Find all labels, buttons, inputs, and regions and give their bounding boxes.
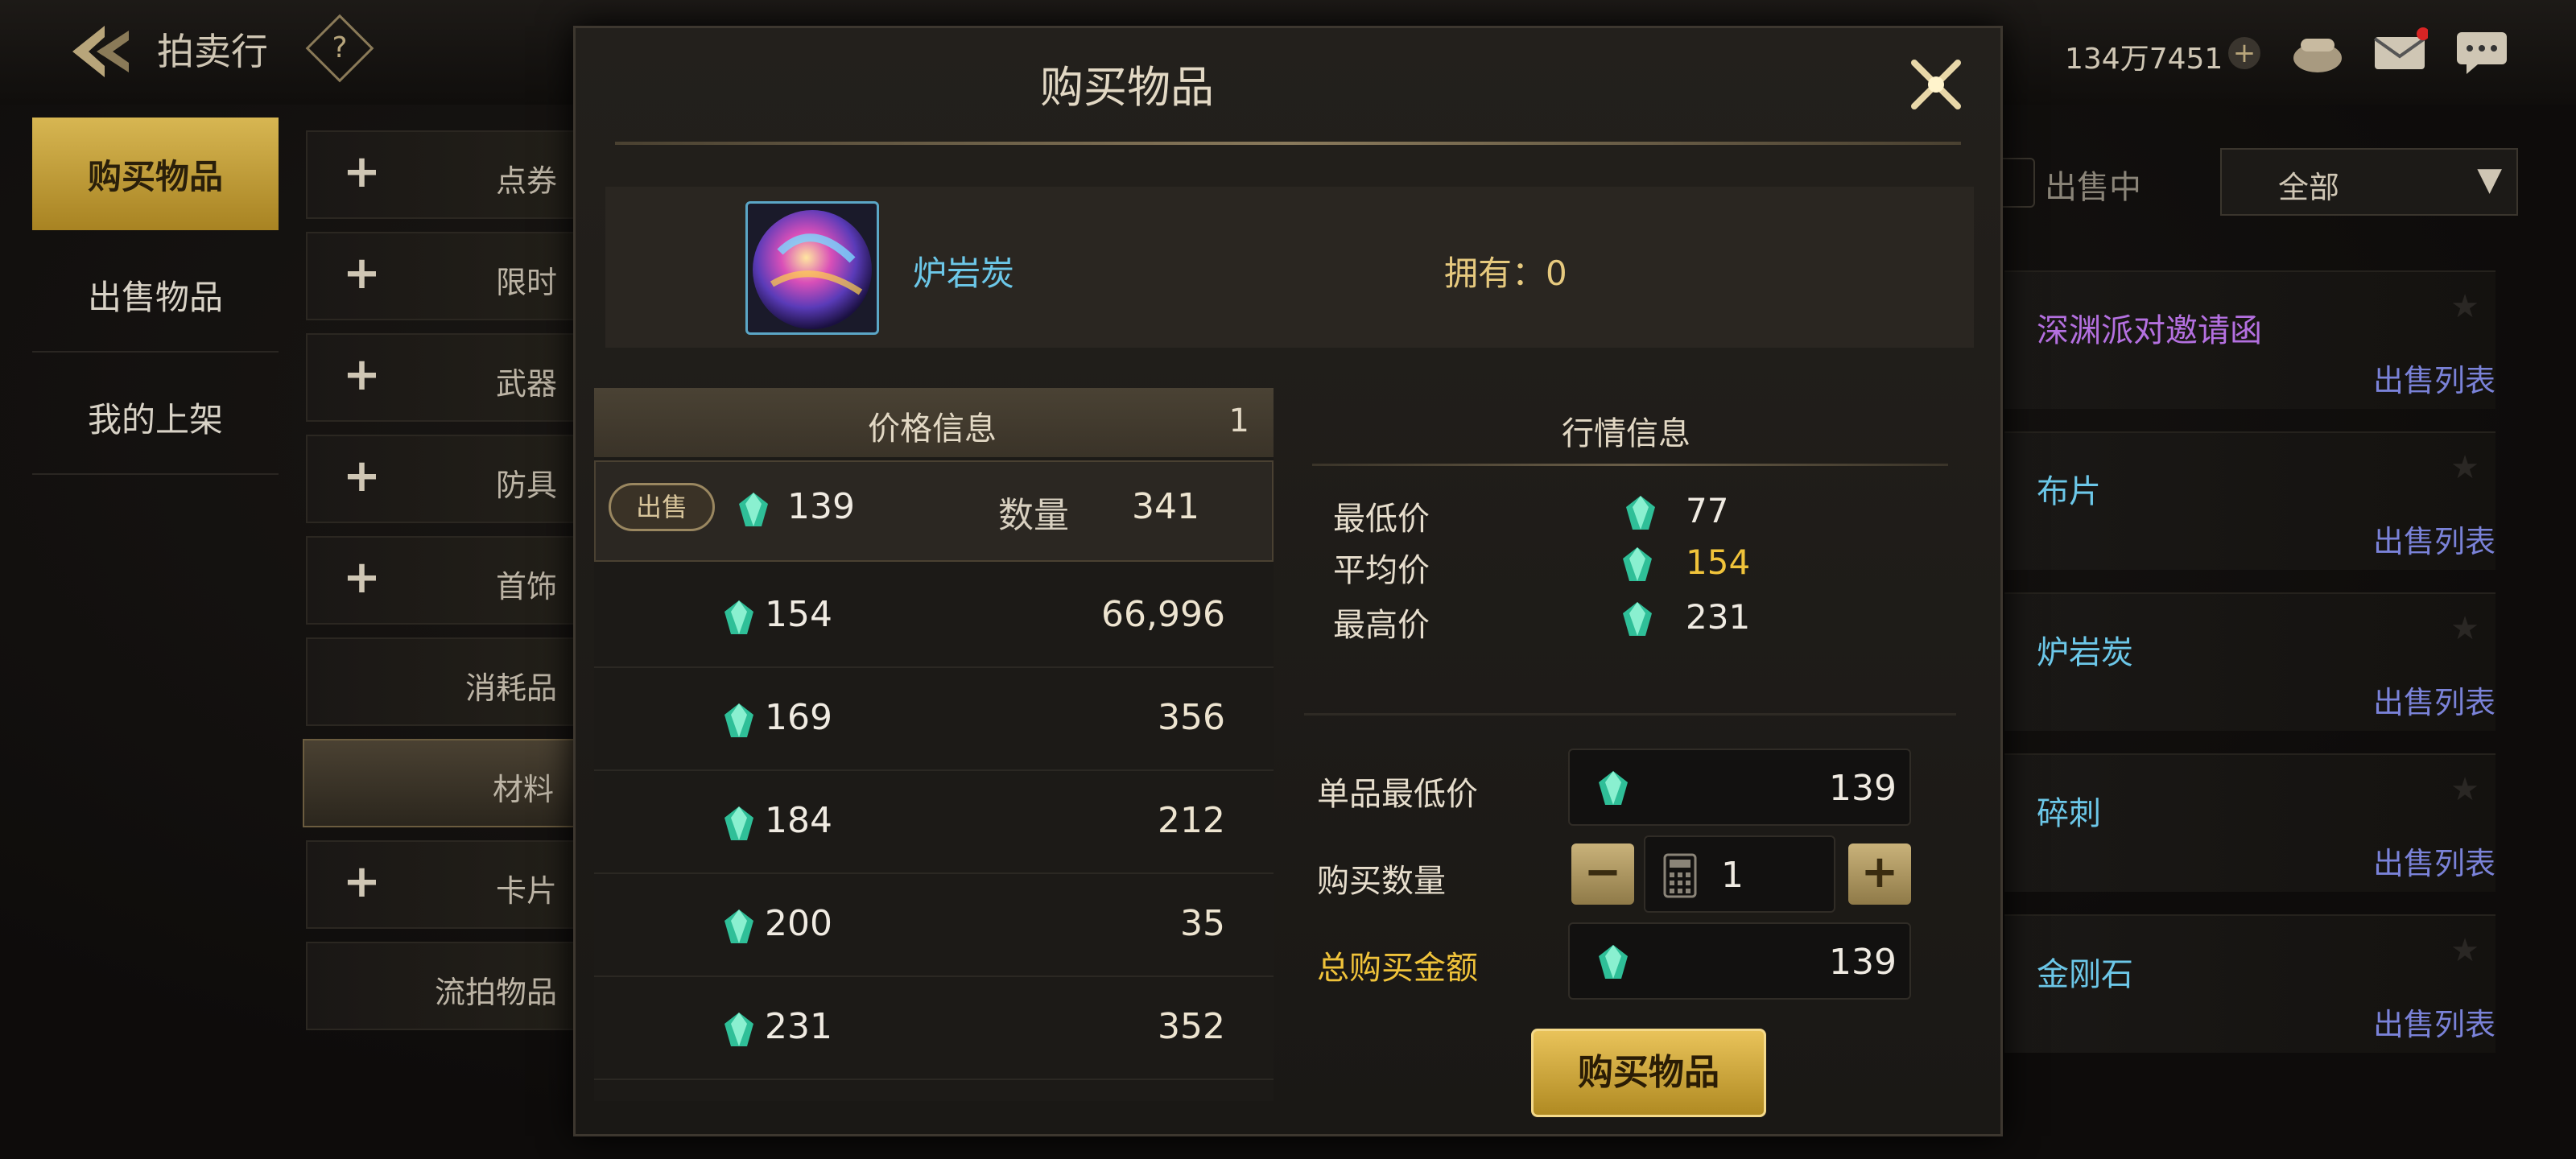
question-icon: ? [332,31,348,64]
quantity-label: 购买数量 [1317,863,1446,900]
quantity-input[interactable]: 1 [1644,835,1835,913]
avg-price-value: 154 [1686,542,1751,582]
plus-icon: + [343,450,381,502]
bag-icon[interactable] [2289,27,2346,76]
category-item[interactable]: + 点券 [306,130,588,219]
calculator-icon[interactable] [1663,853,1697,898]
gem-icon [1623,547,1652,581]
sell-list-link[interactable]: 出售列表 [2373,839,2496,883]
list-item[interactable]: ★ 炉岩炭 出售列表 [2004,592,2496,731]
sell-list-link[interactable]: 出售列表 [2373,517,2496,561]
gem-icon [724,600,753,634]
max-price-label: 最高价 [1333,607,1430,644]
star-icon[interactable]: ★ [2450,771,2479,808]
owned-count: 拥有：0 [1444,254,1567,293]
decrease-button[interactable]: − [1571,843,1634,905]
gem-icon [724,703,753,737]
plus-icon: + [343,551,381,604]
unit-min-price-field: 139 [1568,749,1911,826]
category-item[interactable]: + 首饰 [306,536,588,625]
category-item[interactable]: + 防具 [306,435,588,523]
max-price-value: 231 [1686,597,1751,637]
currency-amount: 134万7451 [2065,43,2223,76]
price-row[interactable]: 154 66,996 [594,565,1274,668]
price-info-header: 价格信息 1 [594,388,1274,457]
avg-price-label: 平均价 [1333,552,1430,589]
price-row-selected[interactable]: 出售 139 数量 341 [594,460,1274,562]
page-title: 拍卖行 [157,30,268,73]
sell-list-link[interactable]: 出售列表 [2373,356,2496,400]
price-row[interactable]: 184 212 [594,771,1274,874]
dropdown-value: 全部 [2278,170,2340,205]
price-row[interactable]: 169 356 [594,668,1274,771]
mail-icon[interactable] [2372,27,2428,76]
star-icon[interactable]: ★ [2450,288,2479,325]
selling-filter-label: 出售中 [2045,169,2141,206]
gem-icon [724,806,753,840]
total-amount-label: 总购买金额 [1317,950,1478,987]
list-item[interactable]: ★ 深渊派对邀请函 出售列表 [2004,270,2496,409]
tab-my-listings[interactable]: 我的上架 [32,361,279,475]
min-price-value: 77 [1686,491,1729,530]
category-item[interactable]: 消耗品 [306,637,588,726]
category-item[interactable]: 流拍物品 [306,942,588,1030]
category-item-selected[interactable]: 材料 [303,739,584,827]
filter-dropdown[interactable]: 全部 ▼ [2220,148,2518,216]
plus-icon: + [343,247,381,299]
plus-icon: + [343,146,381,198]
star-icon[interactable]: ★ [2450,932,2479,969]
plus-icon: + [343,856,381,908]
add-currency-button[interactable]: + [2228,37,2260,69]
sell-button[interactable]: 出售 [609,483,715,531]
title-divider [615,142,1961,145]
sell-list-link[interactable]: 出售列表 [2373,1000,2496,1044]
market-info-title: 行情信息 [1562,415,1690,452]
total-amount-field: 139 [1568,922,1911,1000]
item-name: 炉岩炭 [913,254,1015,293]
dropdown-arrow-icon: ▼ [2477,161,2502,198]
min-price-label: 最低价 [1333,501,1430,538]
chat-icon[interactable] [2454,27,2510,76]
plus-icon: + [343,349,381,401]
buy-button[interactable]: 购买物品 [1531,1029,1766,1117]
tab-sell-items[interactable]: 出售物品 [32,238,279,353]
star-icon[interactable]: ★ [2450,610,2479,647]
gem-icon [724,1013,753,1046]
category-item[interactable]: + 武器 [306,333,588,422]
gem-icon [1623,602,1652,636]
category-item[interactable]: + 卡片 [306,840,588,929]
list-item[interactable]: ★ 碎刺 出售列表 [2004,753,2496,892]
gem-icon [739,493,768,526]
gem-icon [1626,496,1655,530]
gem-icon [724,909,753,943]
lava-charcoal-item-icon [745,201,879,335]
back-button[interactable] [48,11,153,92]
page-number: 1 [1228,402,1249,439]
back-arrow-icon [72,26,129,77]
section-divider [1304,713,1956,716]
sell-list-link[interactable]: 出售列表 [2373,678,2496,722]
gem-icon [1599,771,1628,805]
list-item[interactable]: ★ 金刚石 出售列表 [2004,914,2496,1053]
tab-buy-items[interactable]: 购买物品 [32,118,279,230]
list-item[interactable]: ★ 布片 出售列表 [2004,431,2496,570]
unit-min-price-label: 单品最低价 [1317,776,1478,813]
increase-button[interactable]: + [1848,843,1911,905]
star-icon[interactable]: ★ [2450,449,2479,486]
price-row[interactable]: 231 352 [594,977,1274,1080]
category-item[interactable]: + 限时 [306,232,588,320]
market-divider [1312,464,1948,466]
gem-icon [1599,945,1628,979]
dialog-title: 购买物品 [1040,62,1214,113]
close-icon[interactable] [1900,48,1972,121]
price-row[interactable]: 200 35 [594,874,1274,977]
